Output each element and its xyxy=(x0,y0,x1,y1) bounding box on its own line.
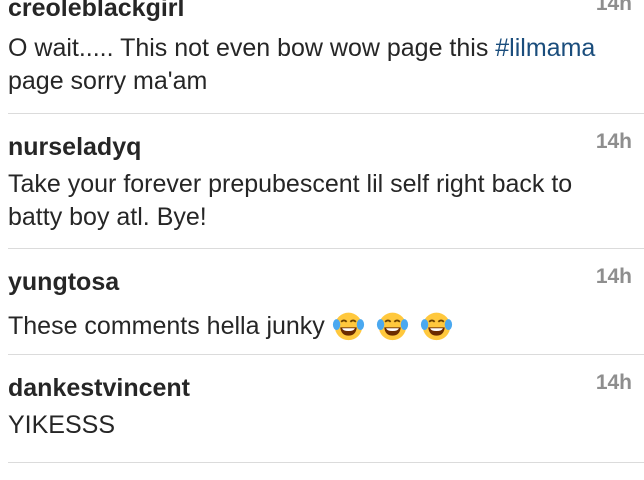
comment-username[interactable]: creoleblackgirl xyxy=(8,0,184,23)
comment-text: These comments hella junky xyxy=(8,309,608,343)
face-with-tears-of-joy-icon xyxy=(376,312,420,341)
comment-username[interactable]: dankestvincent xyxy=(8,373,190,403)
comment-text-part: These comments hella junky xyxy=(8,312,325,340)
comment-timestamp: 14h xyxy=(595,130,632,153)
comment-timestamp: 14h xyxy=(595,371,632,394)
comment-text: O wait..... This not even bow wow page t… xyxy=(8,32,608,98)
comment-item: yungtosa 14h These comments hella junky xyxy=(0,249,644,354)
comment-username[interactable]: yungtosa xyxy=(8,267,119,297)
comment-item: creoleblackgirl 14h O wait..... This not… xyxy=(0,0,644,113)
comment-text-part: page sorry ma'am xyxy=(8,67,208,95)
comment-item: nurseladyq 14h Take your forever prepube… xyxy=(0,114,644,248)
comment-timestamp: 14h xyxy=(595,0,632,15)
comment-username[interactable]: nurseladyq xyxy=(8,132,141,162)
comment-text: YIKESSS xyxy=(8,411,115,439)
comment-timestamp: 14h xyxy=(595,265,632,288)
comment-divider xyxy=(8,462,644,463)
comment-text: Take your forever prepubescent lil self … xyxy=(8,170,573,231)
face-with-tears-of-joy-icon xyxy=(420,312,457,341)
comment-item: dankestvincent 14h YIKESSS xyxy=(0,355,644,462)
face-with-tears-of-joy-icon xyxy=(332,312,376,341)
comment-hashtag-link[interactable]: #lilmama xyxy=(495,34,595,62)
comment-text-part: O wait..... This not even bow wow page t… xyxy=(8,34,496,62)
